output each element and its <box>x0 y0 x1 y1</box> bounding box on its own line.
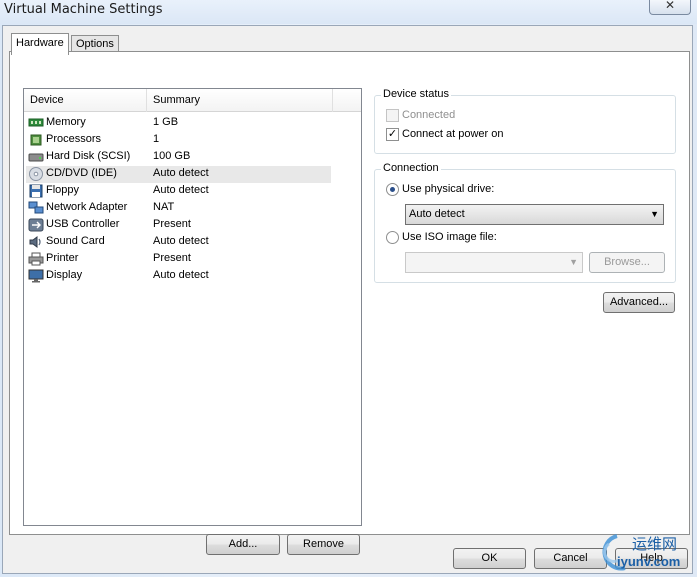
device-name: Network Adapter <box>46 201 128 213</box>
device-name: Memory <box>46 116 86 128</box>
physical-drive-value: Auto detect <box>409 208 465 220</box>
network-adapter-icon <box>28 201 44 214</box>
device-summary: Present <box>153 252 191 264</box>
browse-button[interactable]: Browse... <box>589 252 665 273</box>
physical-drive-select[interactable]: Auto detect ▼ <box>405 204 664 225</box>
watermark-text-en: iyunv.com <box>617 554 681 569</box>
processor-icon <box>30 134 42 146</box>
device-row-processors[interactable]: Processors 1 <box>26 132 331 149</box>
ok-button[interactable]: OK <box>453 548 526 569</box>
device-status-title: Device status <box>381 88 452 100</box>
device-list-header: Device Summary <box>24 89 361 112</box>
device-row-network-adapter[interactable]: Network Adapter NAT <box>26 200 331 217</box>
device-row-display[interactable]: Display Auto detect <box>26 268 331 285</box>
display-icon <box>28 269 44 283</box>
watermark-text-cn: 运维网 <box>632 535 678 553</box>
title-bar: Virtual Machine Settings ✕ <box>0 0 697 24</box>
use-physical-drive-label: Use physical drive: <box>402 183 495 195</box>
site-watermark: 运维网 iyunv.com <box>595 530 695 576</box>
hardware-tab-page: Device Summary Memory 1 GB Processors 1 <box>9 51 690 555</box>
device-name: CD/DVD (IDE) <box>46 167 117 179</box>
device-row-memory[interactable]: Memory 1 GB <box>26 115 331 132</box>
tab-options-label: Options <box>76 38 114 50</box>
device-row-printer[interactable]: Printer Present <box>26 251 331 268</box>
watermark-logo-icon <box>602 534 626 571</box>
connection-group: Connection Use physical drive: Auto dete… <box>374 162 676 283</box>
add-device-button[interactable]: Add... <box>206 534 280 555</box>
device-summary: 100 GB <box>153 150 191 162</box>
device-summary: Auto detect <box>153 269 209 281</box>
remove-device-button[interactable]: Remove <box>287 534 360 555</box>
device-row-hard-disk[interactable]: Hard Disk (SCSI) 100 GB <box>26 149 331 166</box>
close-icon: ✕ <box>664 0 676 12</box>
device-summary: NAT <box>153 201 175 213</box>
sound-card-icon <box>29 236 41 248</box>
printer-icon <box>28 252 44 266</box>
use-iso-image-label: Use ISO image file: <box>402 231 497 243</box>
advanced-button[interactable]: Advanced... <box>603 292 675 313</box>
chevron-down-icon: ▼ <box>650 209 659 219</box>
memory-icon <box>28 118 44 127</box>
tab-hardware-label: Hardware <box>16 37 64 49</box>
device-list[interactable]: Device Summary Memory 1 GB Processors 1 <box>23 88 362 526</box>
radio-dot-icon <box>390 187 395 192</box>
cd-dvd-icon <box>29 167 43 181</box>
device-name: Sound Card <box>46 235 105 247</box>
device-summary: Auto detect <box>153 235 209 247</box>
device-name: Display <box>46 269 83 281</box>
use-iso-image-radio[interactable] <box>386 231 399 244</box>
hard-disk-icon <box>28 153 44 162</box>
connect-at-power-on-checkbox[interactable]: ✓ <box>386 128 399 141</box>
device-summary: Present <box>153 218 191 230</box>
device-name: Floppy <box>46 184 80 196</box>
device-name: Printer <box>46 252 79 264</box>
chevron-down-icon: ▼ <box>569 257 578 267</box>
connected-label: Connected <box>402 109 456 121</box>
use-physical-drive-radio[interactable] <box>386 183 399 196</box>
window-title: Virtual Machine Settings <box>4 2 163 17</box>
device-row-usb-controller[interactable]: USB Controller Present <box>26 217 331 234</box>
device-summary: 1 <box>153 133 160 145</box>
device-status-group: Device status Connected ✓ Connect at pow… <box>374 88 676 154</box>
usb-icon <box>28 218 44 232</box>
device-row-sound-card[interactable]: Sound Card Auto detect <box>26 234 331 251</box>
device-summary: Auto detect <box>153 167 209 179</box>
device-name: Processors <box>46 133 102 145</box>
column-header-summary[interactable]: Summary <box>147 89 333 112</box>
device-name: USB Controller <box>46 218 120 230</box>
dialog-body: Hardware Options Device Summary Memory 1… <box>2 25 693 574</box>
connect-at-power-on-label: Connect at power on <box>402 128 504 140</box>
checkmark-icon: ✓ <box>387 128 398 140</box>
close-button[interactable]: ✕ <box>649 0 691 15</box>
connection-title: Connection <box>381 162 441 174</box>
device-name: Hard Disk (SCSI) <box>46 150 131 162</box>
device-row-cd-dvd[interactable]: CD/DVD (IDE) Auto detect <box>26 166 331 183</box>
tab-hardware[interactable]: Hardware <box>11 33 69 55</box>
column-header-device[interactable]: Device <box>24 89 147 112</box>
iso-image-path-combo[interactable]: ▼ <box>405 252 583 273</box>
device-summary: Auto detect <box>153 184 209 196</box>
device-row-floppy[interactable]: Floppy Auto detect <box>26 183 331 200</box>
connected-checkbox[interactable] <box>386 109 399 122</box>
floppy-icon <box>29 184 43 198</box>
device-summary: 1 GB <box>153 116 179 128</box>
